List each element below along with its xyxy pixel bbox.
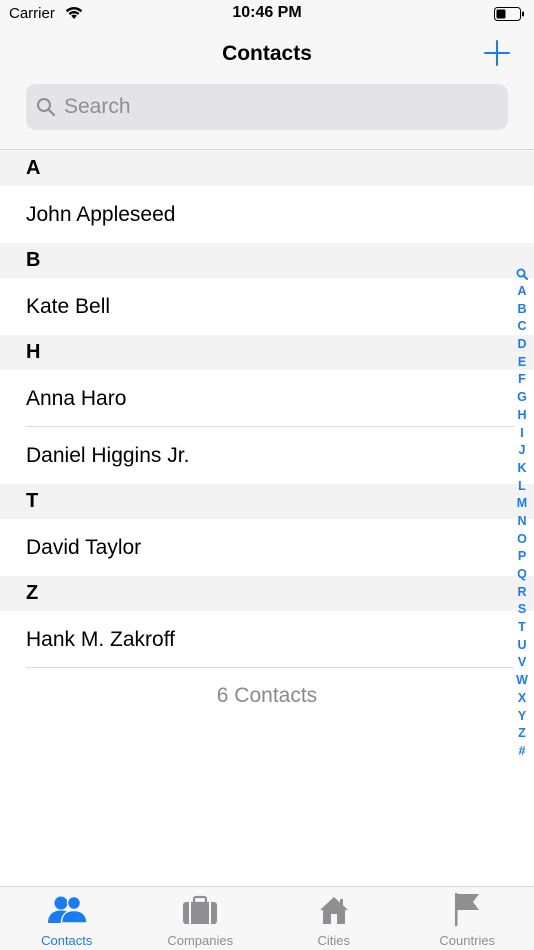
index-letter[interactable]: A (514, 283, 530, 301)
index-letter[interactable]: S (514, 601, 530, 619)
index-letter[interactable]: M (514, 495, 530, 513)
search-placeholder: Search (64, 95, 131, 118)
contact-row[interactable]: John Appleseed (0, 186, 534, 243)
index-letter[interactable]: C (514, 318, 530, 336)
navigation-bar: Contacts Search (0, 28, 534, 150)
index-letter[interactable]: N (514, 513, 530, 531)
status-bar: Carrier 10:46 PM (0, 0, 534, 28)
tab-contacts[interactable]: Contacts (0, 887, 134, 950)
index-letter[interactable]: O (514, 531, 530, 549)
tab-label: Companies (167, 933, 234, 948)
house-icon (319, 897, 348, 924)
index-letter[interactable]: Q (514, 566, 530, 584)
tab-countries[interactable]: Countries (401, 887, 534, 950)
index-letter[interactable]: L (514, 478, 530, 496)
section-header-a: A (0, 151, 534, 186)
tab-bar: Contacts Companies Cities Countries (0, 886, 534, 950)
index-letter[interactable]: W (514, 672, 530, 690)
index-letter[interactable]: J (514, 442, 530, 460)
search-input[interactable]: Search (26, 84, 508, 130)
index-letter[interactable]: X (514, 690, 530, 708)
index-letter[interactable]: F (514, 371, 530, 389)
index-letter[interactable]: P (514, 548, 530, 566)
index-letter[interactable]: V (514, 654, 530, 672)
section-header-b: B (0, 243, 534, 278)
index-letter[interactable]: U (514, 637, 530, 655)
battery-icon (494, 7, 524, 21)
tab-label: Contacts (41, 933, 93, 948)
tab-cities[interactable]: Cities (267, 887, 401, 950)
index-letter[interactable]: R (514, 584, 530, 602)
section-index[interactable]: A B C D E F G H I J K L M N O P Q R S T U V W X Y Z # (514, 268, 530, 761)
briefcase-icon (183, 895, 218, 924)
index-letter[interactable]: # (514, 743, 530, 761)
section-header-h: H (0, 335, 534, 370)
index-letter[interactable]: E (514, 354, 530, 372)
tab-companies[interactable]: Companies (134, 887, 268, 950)
contacts-count: 6 Contacts (216, 684, 318, 707)
index-letter[interactable]: Z (514, 725, 530, 743)
index-search-icon[interactable] (516, 268, 528, 280)
index-letter[interactable]: H (514, 407, 530, 425)
page-title: Contacts (222, 42, 312, 65)
index-letter[interactable]: I (514, 425, 530, 443)
status-time: 10:46 PM (232, 4, 302, 21)
people-icon (47, 895, 88, 924)
tab-label: Cities (317, 933, 350, 948)
section-header-z: Z (0, 576, 534, 611)
contact-row[interactable]: Daniel Higgins Jr. (0, 427, 534, 484)
contact-row[interactable]: Anna Haro (0, 370, 534, 427)
index-letter[interactable]: K (514, 460, 530, 478)
flag-icon (455, 893, 480, 926)
index-letter[interactable]: B (514, 301, 530, 319)
contacts-list: A John Appleseed B Kate Bell H Anna Haro… (0, 151, 534, 723)
contact-row[interactable]: David Taylor (0, 519, 534, 576)
contact-row[interactable]: Hank M. Zakroff (0, 611, 534, 668)
index-letter[interactable]: T (514, 619, 530, 637)
index-letter[interactable]: D (514, 336, 530, 354)
add-contact-button[interactable] (484, 40, 510, 66)
index-letter[interactable]: Y (514, 708, 530, 726)
tab-label: Countries (439, 933, 496, 948)
section-header-t: T (0, 484, 534, 519)
search-icon (37, 98, 56, 117)
contact-row[interactable]: Kate Bell (0, 278, 534, 335)
index-letter[interactable]: G (514, 389, 530, 407)
